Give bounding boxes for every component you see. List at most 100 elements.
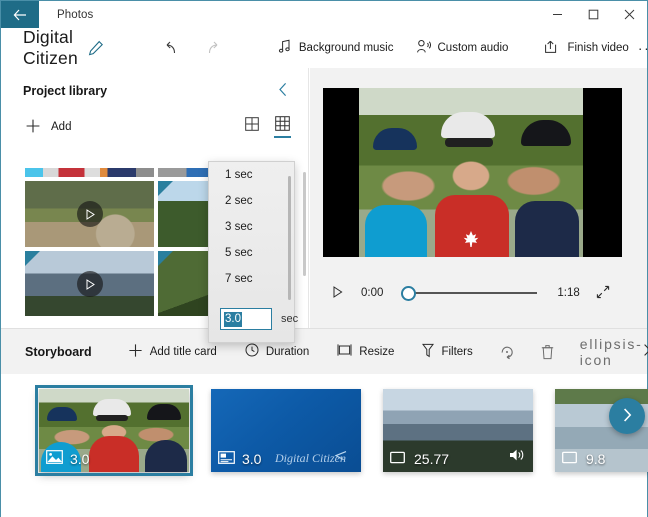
preview-image bbox=[359, 88, 583, 257]
export-icon bbox=[544, 39, 560, 57]
window-controls bbox=[539, 1, 647, 28]
back-button[interactable] bbox=[1, 1, 39, 28]
library-header: Project library bbox=[1, 68, 308, 100]
background-music-button[interactable]: Background music bbox=[278, 39, 394, 57]
duration-scrollbar[interactable] bbox=[288, 176, 291, 300]
custom-duration-value: 3.0 bbox=[224, 311, 242, 327]
chevron-left-icon[interactable] bbox=[277, 82, 290, 100]
next-card-button[interactable] bbox=[609, 398, 645, 434]
seek-handle[interactable] bbox=[401, 285, 417, 301]
play-icon[interactable] bbox=[332, 285, 343, 301]
close-icon bbox=[643, 343, 648, 360]
custom-audio-label: Custom audio bbox=[437, 42, 509, 54]
duration-dropdown[interactable]: 1 sec 2 sec 3 sec 5 sec 7 sec 3.0 sec bbox=[208, 161, 298, 343]
music-note-icon bbox=[278, 39, 292, 57]
add-media-button[interactable]: Add bbox=[25, 118, 71, 137]
selected-corner-icon bbox=[25, 251, 40, 266]
card-duration: 9.8 bbox=[586, 451, 606, 467]
seek-slider[interactable] bbox=[401, 285, 538, 301]
ellipsis-icon[interactable]: ellipsis-icon bbox=[580, 336, 643, 368]
rotate-icon[interactable] bbox=[499, 344, 515, 360]
title-bar: Photos bbox=[1, 1, 647, 28]
add-label: Add bbox=[51, 121, 72, 133]
storyboard-card[interactable]: 3.0 Digital Citizen bbox=[211, 389, 361, 472]
finish-video-button[interactable]: Finish video bbox=[544, 39, 629, 57]
library-thumb[interactable] bbox=[25, 168, 154, 177]
grid-small-icon[interactable] bbox=[245, 117, 259, 138]
undo-redo-group bbox=[162, 40, 222, 56]
library-thumb[interactable] bbox=[25, 181, 154, 247]
card-sunglasses bbox=[96, 415, 128, 421]
photos-video-editor-window: Photos Digital Citizen Background music … bbox=[0, 0, 648, 517]
custom-duration-input[interactable]: 3.0 bbox=[220, 308, 272, 330]
preview-subject-right bbox=[515, 201, 579, 257]
custom-audio-button[interactable]: Custom audio bbox=[416, 39, 509, 57]
view-toggle-group bbox=[245, 116, 291, 138]
duration-button[interactable]: Duration bbox=[245, 343, 309, 360]
remove-all-button[interactable]: Remove all bbox=[643, 343, 648, 360]
preview-pane: 0:00 1:18 bbox=[310, 68, 647, 328]
add-title-card-button[interactable]: Add title card bbox=[128, 343, 217, 361]
library-thumb[interactable] bbox=[25, 251, 154, 316]
preview-helmet-right bbox=[521, 120, 571, 146]
card-badge: 9.8 bbox=[562, 451, 605, 467]
current-time: 0:00 bbox=[361, 287, 384, 299]
duration-option-3sec[interactable]: 3 sec bbox=[209, 214, 294, 240]
video-icon bbox=[390, 451, 407, 467]
card-badge: 3.0 bbox=[218, 451, 261, 467]
card-badge: 25.77 bbox=[390, 451, 449, 467]
ellipsis-icon[interactable]: ··· bbox=[629, 40, 648, 56]
storyboard-card[interactable]: 25.77 bbox=[383, 389, 533, 472]
plus-icon bbox=[25, 118, 41, 137]
add-title-card-label: Add title card bbox=[149, 345, 217, 358]
project-title: Digital Citizen bbox=[23, 27, 78, 68]
seek-track bbox=[409, 292, 538, 294]
grid-large-icon[interactable] bbox=[274, 116, 291, 138]
filters-label: Filters bbox=[441, 345, 473, 358]
titlecard-icon bbox=[218, 451, 235, 467]
play-icon bbox=[76, 271, 103, 297]
duration-option-7sec[interactable]: 7 sec bbox=[209, 266, 294, 292]
resize-button[interactable]: Resize bbox=[337, 343, 394, 360]
app-title: Photos bbox=[57, 8, 94, 21]
pencil-icon[interactable] bbox=[88, 40, 104, 56]
preview-helmet-left bbox=[373, 128, 417, 150]
clock-icon bbox=[245, 343, 259, 360]
library-scrollbar[interactable] bbox=[303, 172, 306, 276]
fullscreen-icon[interactable] bbox=[596, 285, 610, 302]
custom-duration-row: 3.0 sec bbox=[220, 308, 298, 330]
command-overflow-group: ··· bbox=[629, 40, 648, 56]
card-helmet-left bbox=[47, 407, 77, 421]
finish-video-label: Finish video bbox=[567, 42, 629, 54]
library-toolbar: Add bbox=[1, 100, 308, 138]
minimize-button[interactable] bbox=[539, 1, 575, 28]
back-arrow-icon bbox=[13, 9, 27, 21]
trash-icon[interactable] bbox=[541, 344, 554, 360]
selected-corner-icon bbox=[158, 181, 173, 196]
duration-option-5sec[interactable]: 5 sec bbox=[209, 240, 294, 266]
duration-label: Duration bbox=[265, 345, 310, 358]
video-preview[interactable] bbox=[323, 88, 622, 257]
storyboard-card[interactable]: 3.0 bbox=[35, 385, 193, 476]
card-helmet-right bbox=[147, 404, 181, 420]
speaker-icon bbox=[509, 448, 525, 465]
duration-option-1sec[interactable]: 1 sec bbox=[209, 162, 294, 188]
chevron-left-icon bbox=[334, 450, 347, 464]
undo-icon[interactable] bbox=[162, 40, 179, 56]
custom-duration-unit: sec bbox=[281, 313, 299, 325]
card-duration: 3.0 bbox=[70, 450, 90, 467]
card-duration: 3.0 bbox=[242, 451, 262, 467]
background-music-label: Background music bbox=[298, 42, 394, 54]
total-time: 1:18 bbox=[557, 287, 580, 299]
playback-controls: 0:00 1:18 bbox=[310, 273, 647, 313]
person-audio-icon bbox=[416, 39, 431, 57]
card-badge: 3.0 bbox=[46, 450, 89, 467]
close-button[interactable] bbox=[611, 1, 647, 28]
preview-subject-center bbox=[435, 195, 509, 257]
card-duration: 25.77 bbox=[414, 451, 450, 467]
filters-button[interactable]: Filters bbox=[422, 343, 473, 361]
duration-option-2sec[interactable]: 2 sec bbox=[209, 188, 294, 214]
filter-icon bbox=[422, 343, 435, 361]
card-helmet-center bbox=[93, 399, 131, 416]
maximize-button[interactable] bbox=[575, 1, 611, 28]
